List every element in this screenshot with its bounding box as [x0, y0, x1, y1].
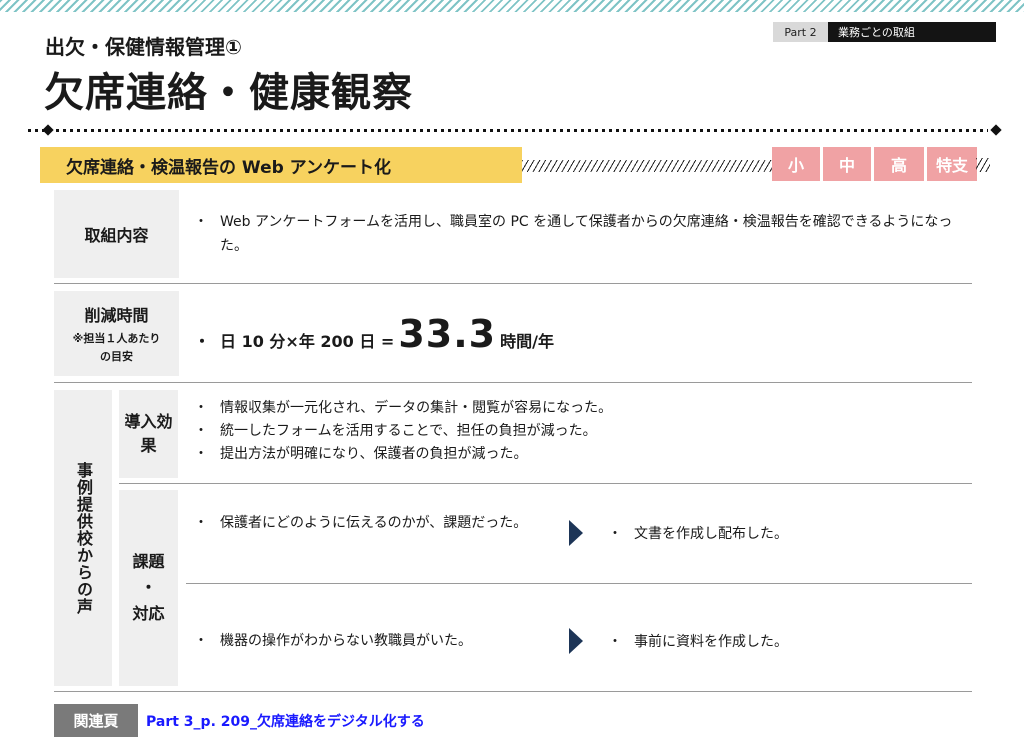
- time-saved-note: ※担当１人あたり の目安: [73, 330, 161, 366]
- hatch-decoration: [976, 158, 990, 172]
- content-description: Web アンケートフォームを活用し、職員室の PC を通して保護者からの欠席連絡…: [194, 210, 964, 258]
- section-title: 欠席連絡・検温報告の Web アンケート化: [40, 147, 522, 183]
- time-saved-label-box: 削減時間 ※担当１人あたり の目安: [54, 291, 179, 376]
- response-item: 事前に資料を作成した。: [608, 631, 788, 651]
- level-tag-special-support: 特支: [927, 147, 977, 181]
- time-saved-label: 削減時間: [84, 305, 149, 325]
- issue-label-top: 課題: [132, 552, 165, 571]
- level-tag-junior-high: 中: [823, 147, 871, 181]
- part-tag: Part 2 業務ごとの取組: [773, 22, 996, 42]
- related-page-link[interactable]: Part 3_p. 209_欠席連絡をデジタル化する: [146, 711, 425, 731]
- row-divider: [54, 283, 972, 284]
- issue-item: 機器の操作がわからない教職員がいた。: [194, 630, 472, 652]
- diamond-icon: [42, 124, 54, 136]
- page-title: 欠席連絡・健康観察: [44, 70, 413, 116]
- issue-label-bottom: 対応: [132, 604, 165, 623]
- effect-label: 導入効果: [119, 390, 178, 478]
- time-saved-value-row: ・ 日 10 分×年 200 日 = 33.3 時間/年: [194, 312, 554, 356]
- response-item: 文書を作成し配布した。: [608, 523, 788, 543]
- hatch-decoration: [522, 160, 776, 172]
- issue-label-mid: ・: [140, 578, 157, 597]
- time-saved-formula: 日 10 分×年 200 日 =: [220, 332, 395, 351]
- page-subtitle: 出欠・保健情報管理①: [45, 35, 242, 59]
- arrow-right-icon: [569, 520, 583, 546]
- level-tag-elementary: 小: [772, 147, 820, 181]
- top-stripe-decoration: [0, 0, 1024, 12]
- row-divider: [186, 583, 972, 584]
- note-line: ※担当１人あたり: [72, 331, 161, 345]
- voices-label: 事例提供校からの声: [54, 390, 112, 686]
- bullet: ・: [194, 332, 211, 351]
- row-divider: [119, 483, 972, 484]
- content-label: 取組内容: [54, 190, 179, 278]
- issue-item: 保護者にどのように伝えるのかが、課題だった。: [194, 512, 534, 534]
- row-divider: [54, 691, 972, 692]
- row-divider: [54, 382, 972, 383]
- arrow-right-icon: [569, 628, 583, 654]
- content-item: Web アンケートフォームを活用し、職員室の PC を通して保護者からの欠席連絡…: [194, 210, 964, 258]
- list-item: 提出方法が明確になり、保護者の負担が減った。: [194, 443, 612, 466]
- note-line: の目安: [99, 349, 133, 363]
- school-level-tags: 小 中 高 特支: [772, 147, 977, 181]
- level-tag-high-school: 高: [874, 147, 924, 181]
- diamond-icon: [990, 124, 1002, 136]
- related-page-label: 関連頁: [54, 704, 138, 737]
- list-item: 統一したフォームを活用することで、担任の負担が減った。: [194, 420, 612, 443]
- time-saved-unit: 時間/年: [500, 332, 554, 351]
- time-saved-value: 33.3: [398, 312, 497, 356]
- category-label: 業務ごとの取組: [828, 22, 996, 42]
- issue-label: 課題 ・ 対応: [119, 490, 178, 686]
- effect-list: 情報収集が一元化され、データの集計・閲覧が容易になった。 統一したフォームを活用…: [194, 397, 612, 466]
- part-label: Part 2: [773, 22, 828, 42]
- dotted-divider: [28, 124, 1002, 136]
- list-item: 情報収集が一元化され、データの集計・閲覧が容易になった。: [194, 397, 612, 420]
